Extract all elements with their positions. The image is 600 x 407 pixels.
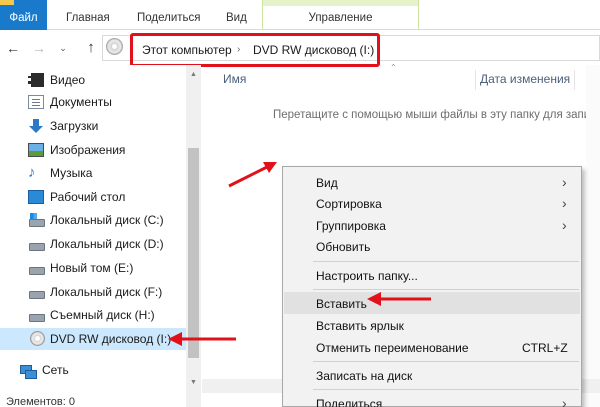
video-icon [28,73,44,87]
menu-separator [313,289,579,290]
breadcrumb-separator-icon[interactable]: › [237,44,240,55]
menu-item-undo-rename[interactable]: Отменить переименование CTRL+Z [284,336,580,358]
ribbon-tabs: Файл Главная Поделиться Вид Управление [0,0,600,30]
sidebar-item-label: Документы [50,95,112,109]
sidebar-item-drive-h[interactable]: Съемный диск (H:) [0,304,186,326]
sidebar-item-video[interactable]: Видео [0,69,186,91]
menu-item-label: Вид [316,176,338,190]
documents-icon [28,95,44,109]
sort-caret-icon: ⌃ [390,63,397,72]
tab-home[interactable]: Главная [66,0,110,30]
sidebar-item-label: Видео [50,73,86,87]
sidebar-item-downloads[interactable]: Загрузки [0,115,186,137]
menu-separator [313,261,579,262]
windows-drive-icon [28,213,45,227]
menu-item-sort[interactable]: Сортировка › [284,192,580,214]
menu-item-refresh[interactable]: Обновить [284,235,580,257]
menu-item-label: Настроить папку... [316,269,418,283]
submenu-arrow-icon: › [562,217,567,233]
scroll-up-icon[interactable]: ▲ [188,70,199,80]
forward-arrow-icon[interactable]: → [30,38,48,58]
menu-separator [313,361,579,362]
sidebar-item-label: Музыка [50,166,93,180]
pictures-icon [28,143,44,157]
sidebar-item-label: Загрузки [50,119,99,133]
menu-item-label: Вставить [316,297,367,311]
tab-view[interactable]: Вид [226,0,247,30]
sidebar-item-label: Локальный диск (D:) [50,237,164,251]
music-icon: ♪ [28,164,36,181]
annotation-arrow-icon [228,162,277,188]
submenu-arrow-icon: › [562,174,567,190]
drive-icon [28,308,45,322]
sidebar-item-label: DVD RW дисковод (I:) [50,332,172,346]
menu-item-label: Сортировка [316,197,382,211]
menu-item-label: Обновить [316,240,371,254]
submenu-arrow-icon: › [562,395,567,407]
sidebar-item-drive-e[interactable]: Новый том (E:) [0,257,186,279]
empty-folder-message: Перетащите с помощью мыши файлы в эту па… [273,109,591,121]
annotation-arrow-icon [367,292,431,306]
column-header-date[interactable]: Дата изменения [480,66,570,92]
downloads-icon [28,119,44,133]
menu-item-label: Поделиться [316,397,383,407]
sidebar-item-label: Рабочий стол [50,190,126,204]
sidebar-item-label: Новый том (E:) [50,261,134,275]
column-header-name[interactable]: Имя [223,66,246,92]
sidebar-item-label: Локальный диск (F:) [50,285,163,299]
drive-icon [28,261,45,275]
desktop-icon [28,190,44,204]
sidebar-item-desktop[interactable]: Рабочий стол [0,186,186,208]
submenu-arrow-icon: › [562,195,567,211]
sidebar-item-drive-d[interactable]: Локальный диск (D:) [0,233,186,255]
sidebar-item-music[interactable]: ♪ Музыка [0,162,186,184]
tab-manage[interactable]: Управление [262,0,419,30]
annotation-arrow-icon [168,332,236,346]
menu-item-customize-folder[interactable]: Настроить папку... [284,264,580,286]
column-divider[interactable] [475,70,476,90]
menu-item-shortcut: CTRL+Z [522,341,568,355]
sidebar-item-pictures[interactable]: Изображения [0,139,186,161]
folder-icon [0,0,14,5]
sidebar-item-label: Съемный диск (H:) [50,308,155,322]
drive-icon [28,285,45,299]
status-item-count: Элементов: 0 [6,396,75,407]
sidebar-item-label: Изображения [50,143,126,157]
context-menu: Вид › Сортировка › Группировка › Обновит… [282,166,582,407]
dvd-icon [30,331,45,346]
content-scrollbar[interactable] [586,65,600,407]
sidebar-item-label: Локальный диск (C:) [50,213,164,227]
sidebar-item-drive-f[interactable]: Локальный диск (F:) [0,281,186,303]
back-arrow-icon[interactable]: ← [4,38,22,58]
menu-item-view[interactable]: Вид › [284,171,580,193]
navigation-pane: Видео Документы Загрузки Изображения ♪ М… [0,65,200,407]
sidebar-item-documents[interactable]: Документы [0,91,186,113]
menu-item-label: Отменить переименование [316,341,469,355]
menu-item-paste-shortcut[interactable]: Вставить ярлык [284,314,580,336]
breadcrumb-dvd-drive[interactable]: DVD RW дисковод (I:) [253,43,374,57]
sidebar-item-label: Сеть [42,363,69,377]
menu-item-share[interactable]: Поделиться › [284,392,580,407]
sidebar-item-drive-c[interactable]: Локальный диск (C:) [0,209,186,231]
sidebar-item-network[interactable]: Сеть [0,359,186,381]
menu-separator [313,389,579,390]
menu-item-label: Группировка [316,219,386,233]
network-icon [20,363,37,379]
sidebar-item-dvd-drive[interactable]: DVD RW дисковод (I:) [0,328,186,350]
menu-item-label: Вставить ярлык [316,319,404,333]
recent-locations-chevron-icon[interactable]: ⌄ [54,38,72,58]
sidebar-scroll-thumb[interactable] [188,148,199,358]
up-arrow-icon[interactable]: ↑ [82,38,100,58]
scroll-down-icon[interactable]: ▼ [188,378,199,388]
tab-share[interactable]: Поделиться [137,0,201,30]
drive-icon [28,237,45,251]
menu-item-label: Записать на диск [316,369,413,383]
menu-item-group[interactable]: Группировка › [284,214,580,236]
dvd-disc-icon [106,38,123,55]
breadcrumb-this-pc[interactable]: Этот компьютер [142,43,232,57]
column-divider[interactable] [574,70,575,90]
menu-item-burn-to-disc[interactable]: Записать на диск [284,364,580,386]
